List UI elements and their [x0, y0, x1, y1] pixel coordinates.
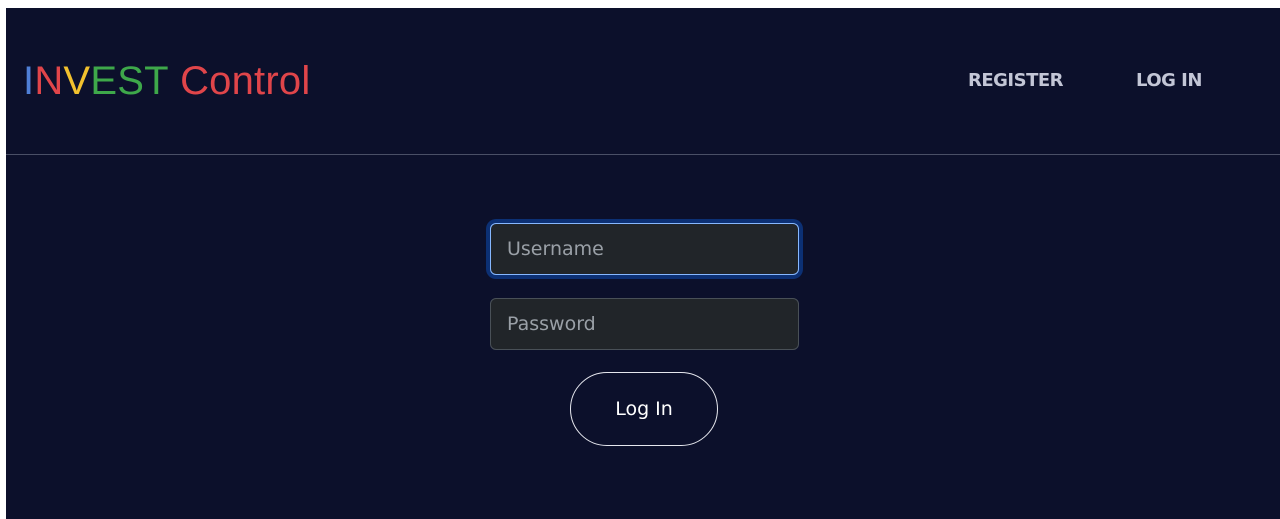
nav-register-link[interactable]: REGISTER	[968, 69, 1064, 93]
brand-letter: I	[23, 59, 35, 103]
brand-letter: E	[90, 59, 118, 103]
brand-letter: T	[144, 59, 169, 103]
app-window: INVEST Control REGISTER LOG IN Log In	[6, 8, 1280, 519]
username-input[interactable]	[490, 223, 799, 275]
top-navbar: INVEST Control REGISTER LOG IN	[6, 8, 1280, 155]
brand-space	[169, 57, 180, 105]
login-submit-button[interactable]: Log In	[570, 372, 718, 446]
brand-letter: S	[117, 59, 145, 103]
brand-letter: N	[34, 59, 64, 103]
brand-letter: V	[63, 59, 91, 103]
password-input[interactable]	[490, 298, 799, 350]
brand-logo[interactable]: INVEST Control	[23, 57, 310, 105]
nav-login-link[interactable]: LOG IN	[1136, 69, 1202, 93]
brand-word-control: Control	[180, 59, 311, 103]
